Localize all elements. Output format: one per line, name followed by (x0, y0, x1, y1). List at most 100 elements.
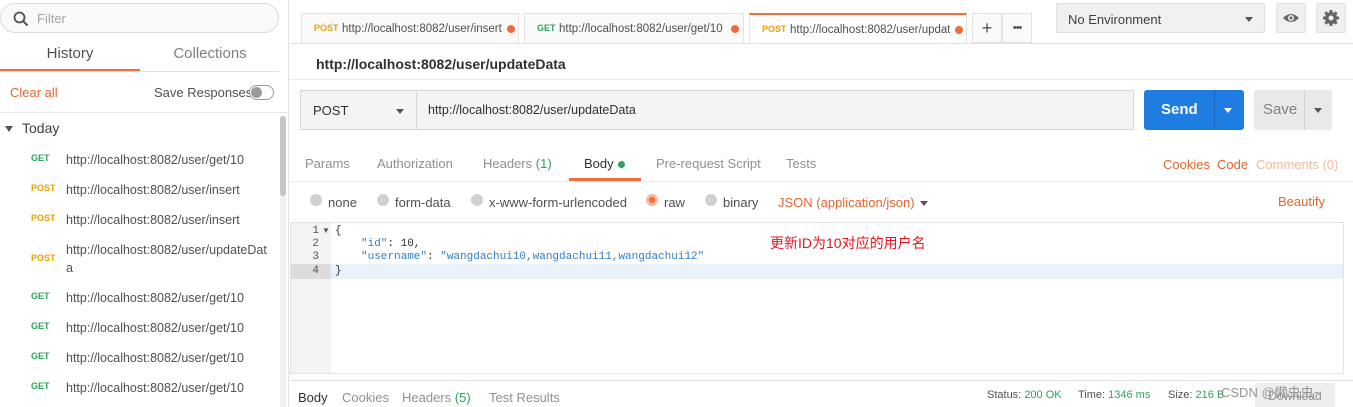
response-tab-cookies[interactable]: Cookies (342, 390, 389, 405)
headers-count: (5) (454, 390, 471, 405)
divider (290, 43, 1353, 44)
content-type-select[interactable]: JSON (application/json) (778, 195, 928, 210)
radio-form-data-label: form-data (395, 195, 451, 210)
response-tab-headers[interactable]: Headers (5) (402, 390, 471, 405)
filter-input[interactable] (37, 9, 267, 27)
divider (0, 112, 289, 113)
filter-box[interactable] (0, 3, 279, 33)
time-readout: Time: 1346 ms (1078, 389, 1150, 401)
divider (290, 380, 1353, 381)
radio-urlencoded[interactable] (471, 194, 483, 206)
unsaved-dot-icon (955, 26, 963, 34)
history-item[interactable]: POST http://localhost:8082/user/updateDa… (0, 233, 279, 281)
url-input[interactable] (416, 90, 1134, 130)
response-tab-body[interactable]: Body (298, 390, 328, 405)
sidebar-scrollbar[interactable] (280, 116, 286, 407)
send-button[interactable]: Send (1144, 90, 1244, 130)
comments-link[interactable]: Comments (0) (1256, 157, 1338, 172)
line-number: 3 (312, 251, 319, 263)
json-key: "id" (361, 238, 388, 250)
radio-raw[interactable] (646, 194, 658, 206)
content-type-value: JSON (application/json) (778, 195, 915, 210)
request-tab[interactable]: POST http://localhost:8082/user/insert (301, 13, 519, 43)
tab-prerequest-script[interactable]: Pre-request Script (656, 156, 761, 171)
settings-button[interactable] (1316, 3, 1346, 33)
environment-quick-look-button[interactable] (1276, 3, 1306, 33)
annotation-text: 更新ID为10对应的用户名 (770, 235, 926, 251)
line-number: 4 (312, 265, 319, 277)
request-tab-active[interactable]: POST http://localhost:8082/user/updateDa… (749, 13, 967, 44)
history-url: http://localhost:8082/user/updateData (66, 243, 267, 275)
tab-headers[interactable]: Headers (1) (483, 156, 552, 171)
history-item[interactable]: GET http://localhost:8082/user/get/10 (0, 371, 279, 401)
scrollbar-thumb[interactable] (280, 116, 286, 196)
time-label: Time: (1078, 389, 1106, 401)
history-item[interactable]: POST http://localhost:8082/user/insert (0, 173, 279, 203)
history-item[interactable]: GET http://localhost:8082/user/get/10 (0, 311, 279, 341)
chevron-down-icon[interactable] (1314, 108, 1322, 113)
divider (290, 181, 1353, 182)
tab-history[interactable]: History (0, 40, 140, 72)
environment-select[interactable]: No Environment (1056, 3, 1265, 33)
divider (1304, 90, 1305, 130)
sidebar: History Collections Clear all Save Respo… (0, 0, 289, 407)
history-item[interactable]: GET http://localhost:8082/user/get/10 (0, 281, 279, 311)
radio-binary-label: binary (723, 195, 759, 210)
time-value[interactable]: 1346 ms (1108, 389, 1150, 401)
radio-binary[interactable] (705, 194, 717, 206)
status-value[interactable]: 200 OK (1024, 389, 1061, 401)
tab-url: http://localhost:8082/user/updateData (790, 24, 950, 36)
code-line: "id": 10, (361, 238, 421, 250)
tab-body[interactable]: Body (584, 156, 625, 171)
method-badge: GET (31, 321, 50, 331)
code-link[interactable]: Code (1217, 157, 1248, 172)
body-editor[interactable]: 1 ▼ 2 3 4 { "id": 10, "username": "wangd… (290, 222, 1344, 374)
method-badge: POST (31, 213, 56, 223)
history-group-today[interactable]: Today (5, 120, 59, 136)
code-line: { (335, 225, 342, 237)
toggle-knob (251, 87, 262, 98)
tab-label: Headers (483, 156, 533, 171)
tab-tests[interactable]: Tests (786, 156, 816, 171)
history-item[interactable]: GET http://localhost:8082/user/get/10 (0, 143, 279, 173)
save-button[interactable]: Save (1254, 90, 1332, 130)
clear-all-link[interactable]: Clear all (10, 85, 58, 100)
fold-arrow-icon[interactable]: ▼ (322, 226, 330, 235)
method-badge: GET (31, 381, 50, 391)
history-url: http://localhost:8082/user/get/10 (66, 381, 244, 395)
tab-authorization[interactable]: Authorization (377, 156, 453, 171)
size-value[interactable]: 216 B (1196, 389, 1225, 401)
radio-form-data[interactable] (377, 194, 389, 206)
tab-label: Body (584, 156, 614, 171)
save-label: Save (1263, 101, 1298, 118)
history-item[interactable]: GET http://localhost:8082/user/get/10 (0, 341, 279, 371)
add-tab-button[interactable]: + (972, 13, 1002, 43)
status-dot-icon (617, 161, 625, 169)
response-tab-test-results[interactable]: Test Results (489, 390, 560, 405)
history-url: http://localhost:8082/user/get/10 (66, 351, 244, 365)
method-badge: GET (31, 351, 50, 361)
unsaved-dot-icon (507, 25, 515, 33)
watermark: CSDN @懒虫虫~ (1221, 385, 1322, 400)
beautify-link[interactable]: Beautify (1278, 194, 1325, 209)
cookies-link[interactable]: Cookies (1163, 157, 1210, 172)
radio-none[interactable] (310, 194, 322, 206)
save-responses-toggle[interactable] (249, 85, 274, 100)
method-badge: GET (31, 291, 50, 301)
radio-raw-label: raw (664, 195, 685, 210)
history-url: http://localhost:8082/user/get/10 (66, 153, 244, 167)
history-item[interactable]: POST http://localhost:8082/user/insert (0, 203, 279, 233)
size-label: Size: (1168, 389, 1193, 401)
method-select[interactable]: POST (300, 90, 417, 130)
caret-down-icon (5, 126, 13, 133)
chevron-down-icon (1245, 17, 1253, 22)
more-tabs-button[interactable]: ••• (1002, 13, 1032, 43)
tab-collections[interactable]: Collections (140, 40, 280, 72)
tab-params[interactable]: Params (305, 156, 350, 171)
radio-none-label: none (328, 195, 357, 210)
history-url: http://localhost:8082/user/insert (66, 183, 240, 197)
request-name[interactable]: http://localhost:8082/user/updateData (316, 56, 566, 72)
environment-value: No Environment (1068, 12, 1162, 27)
request-tab[interactable]: GET http://localhost:8082/user/get/10 (524, 13, 744, 43)
chevron-down-icon[interactable] (1224, 108, 1232, 113)
